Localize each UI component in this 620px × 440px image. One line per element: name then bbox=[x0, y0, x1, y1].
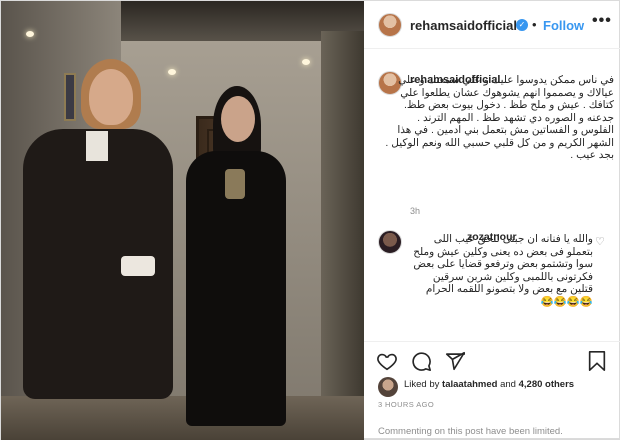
likes-summary: Liked by talaatahmed and 4,280 others bbox=[404, 379, 574, 390]
instagram-post-frame: rehamsaidofficial ✓ • Follow ••• rehamsa… bbox=[0, 0, 620, 440]
bookmark-icon[interactable] bbox=[586, 350, 608, 372]
ceiling-light bbox=[302, 59, 310, 65]
person-left-cuff bbox=[121, 256, 155, 276]
liker-avatar[interactable] bbox=[378, 377, 398, 397]
liked-by-user[interactable]: talaatahmed bbox=[442, 379, 497, 390]
share-icon[interactable] bbox=[444, 350, 466, 372]
ceiling-light bbox=[26, 31, 34, 37]
liked-by-prefix: Liked by bbox=[404, 379, 440, 390]
wall-picture bbox=[64, 73, 76, 121]
heart-icon[interactable] bbox=[376, 350, 398, 372]
person-right-necklace bbox=[225, 169, 245, 199]
person-left-face bbox=[89, 69, 133, 125]
post-timestamp[interactable]: 3 HOURS AGO bbox=[378, 400, 434, 409]
more-options-icon[interactable]: ••• bbox=[592, 12, 612, 30]
caption-timestamp: 3h bbox=[410, 206, 421, 216]
header-username[interactable]: rehamsaidofficial bbox=[410, 18, 517, 33]
post-actions: Liked by talaatahmed and 4,280 others 3 … bbox=[364, 341, 620, 440]
post-video[interactable] bbox=[1, 1, 364, 440]
person-left-collar bbox=[86, 131, 108, 161]
separator-dot: • bbox=[532, 17, 537, 32]
caption-text: في ناس ممكن يدوسوا عليك و علي سمعتك و عل… bbox=[385, 74, 614, 161]
comments-limited-notice: Commenting on this post have been limite… bbox=[378, 426, 563, 437]
comment-icon[interactable] bbox=[410, 350, 432, 372]
comment-text: والله يا فنانه ان جبتى للحق عيب اللى بتع… bbox=[413, 233, 593, 308]
follow-button[interactable]: Follow bbox=[543, 18, 584, 33]
avatar[interactable] bbox=[378, 13, 402, 37]
likes-and: and bbox=[500, 379, 516, 390]
verified-badge-icon: ✓ bbox=[516, 19, 528, 31]
comment-like-icon[interactable]: ♡ bbox=[595, 235, 605, 248]
comments-section: rehamsaidofficial في ناس ممكن يدوسوا علي… bbox=[364, 49, 620, 341]
comment-avatar[interactable] bbox=[378, 230, 402, 254]
wall-right bbox=[321, 31, 364, 440]
ceiling-light bbox=[168, 69, 176, 75]
likes-others[interactable]: 4,280 others bbox=[519, 379, 574, 390]
person-right-face bbox=[221, 96, 255, 142]
floor bbox=[1, 396, 364, 440]
post-header: rehamsaidofficial ✓ • Follow ••• bbox=[364, 1, 620, 49]
